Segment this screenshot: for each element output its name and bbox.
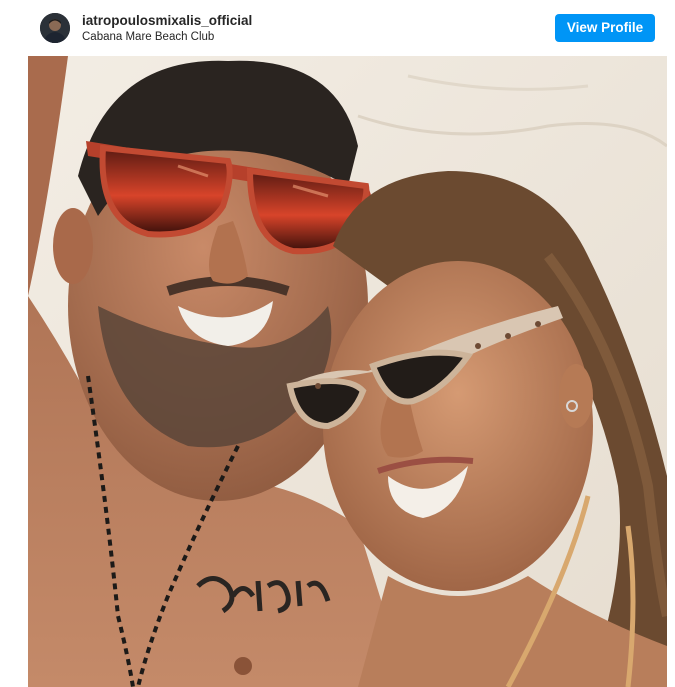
- user-block: iatropoulosmixalis_official Cabana Mare …: [82, 13, 252, 45]
- view-profile-button[interactable]: View Profile: [555, 14, 655, 42]
- profile-avatar-icon: [40, 13, 70, 43]
- username-link[interactable]: iatropoulosmixalis_official: [82, 13, 252, 29]
- post-photo[interactable]: [28, 56, 667, 687]
- post-header: iatropoulosmixalis_official Cabana Mare …: [0, 0, 675, 56]
- instagram-embed: iatropoulosmixalis_official Cabana Mare …: [0, 0, 675, 687]
- avatar[interactable]: [40, 13, 70, 43]
- location-link[interactable]: Cabana Mare Beach Club: [82, 30, 252, 45]
- selfie-image: [28, 56, 667, 687]
